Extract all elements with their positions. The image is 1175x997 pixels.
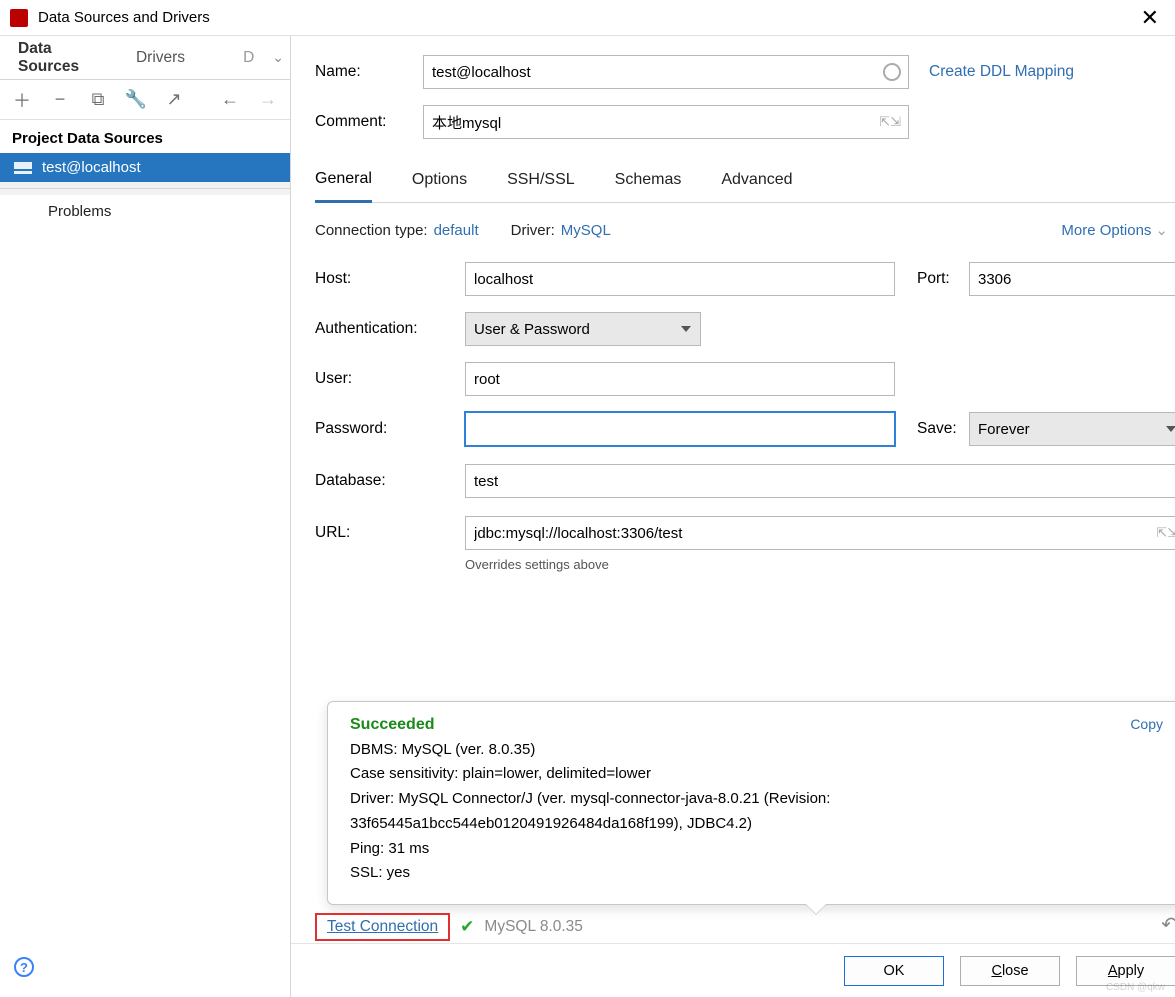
save-label: Save:: [917, 420, 969, 438]
user-label: User:: [315, 370, 465, 388]
tab-advanced[interactable]: Advanced: [721, 161, 792, 201]
apply-button[interactable]: Apply: [1076, 956, 1175, 986]
help-icon[interactable]: ?: [14, 957, 34, 977]
tab-data-sources[interactable]: Data Sources: [0, 30, 118, 86]
connection-result-popup: Succeeded Copy DBMS: MySQL (ver. 8.0.35)…: [327, 701, 1175, 906]
forward-icon[interactable]: →: [258, 89, 278, 110]
auth-label: Authentication:: [315, 320, 465, 338]
url-input[interactable]: [465, 516, 1175, 550]
auth-select[interactable]: User & Password: [465, 312, 701, 346]
database-input[interactable]: [465, 464, 1175, 498]
tab-general[interactable]: General: [315, 160, 372, 203]
remove-icon[interactable]: −: [50, 89, 70, 110]
check-icon: ✔: [460, 917, 474, 937]
window-title: Data Sources and Drivers: [38, 9, 1135, 26]
close-icon[interactable]: ✕: [1135, 5, 1165, 31]
create-ddl-mapping-link[interactable]: Create DDL Mapping: [929, 63, 1074, 81]
result-line: Case sensitivity: plain=lower, delimited…: [350, 762, 1163, 787]
sidebar-item-problems[interactable]: Problems: [0, 195, 290, 228]
watermark: CSDN @qkw: [1106, 982, 1165, 993]
save-select[interactable]: Forever: [969, 412, 1175, 446]
dialog-buttons: OK Close Apply: [291, 943, 1175, 997]
connection-type-value[interactable]: default: [434, 222, 479, 239]
password-label: Password:: [315, 420, 465, 438]
copy-icon[interactable]: ⧉: [88, 89, 108, 110]
data-source-item[interactable]: test@localhost: [0, 153, 290, 182]
chevron-down-icon: ⌄: [1155, 222, 1168, 239]
result-line: Ping: 31 ms: [350, 837, 1163, 862]
back-icon[interactable]: ←: [220, 89, 240, 110]
tab-drivers[interactable]: Drivers: [118, 39, 203, 77]
url-hint: Overrides settings above: [465, 557, 1175, 572]
driver-value[interactable]: MySQL: [561, 222, 611, 239]
color-indicator-icon[interactable]: [883, 63, 901, 81]
result-line: Driver: MySQL Connector/J (ver. mysql-co…: [350, 787, 1163, 837]
database-icon: [14, 162, 32, 174]
driver-label: Driver:: [511, 222, 555, 239]
test-connection-link[interactable]: Test Connection: [327, 918, 438, 935]
host-label: Host:: [315, 270, 465, 288]
revert-icon[interactable]: ↶: [1161, 912, 1175, 937]
result-line: SSL: yes: [350, 861, 1163, 886]
tab-ssh-ssl[interactable]: SSH/SSL: [507, 161, 575, 201]
result-status: Succeeded: [350, 716, 1163, 734]
sidebar-toolbar: ＋ − ⧉ 🔧 ↗ ← →: [0, 80, 290, 120]
user-input[interactable]: [465, 362, 895, 396]
tab-schemas[interactable]: Schemas: [615, 161, 682, 201]
sidebar-section-title: Project Data Sources: [0, 120, 290, 153]
detail-tabs: General Options SSH/SSL Schemas Advanced: [315, 160, 1175, 203]
sidebar-tabs: Data Sources Drivers D ⌄: [0, 36, 290, 80]
more-options-link[interactable]: More Options⌄: [1061, 221, 1168, 239]
data-source-label: test@localhost: [42, 159, 141, 176]
database-label: Database:: [315, 472, 465, 490]
host-input[interactable]: [465, 262, 895, 296]
comment-label: Comment:: [315, 113, 423, 131]
driver-version: MySQL 8.0.35: [484, 918, 583, 936]
comment-input[interactable]: [423, 105, 909, 139]
close-button[interactable]: Close: [960, 956, 1060, 986]
ok-button[interactable]: OK: [844, 956, 944, 986]
result-line: DBMS: MySQL (ver. 8.0.35): [350, 738, 1163, 763]
wrench-icon[interactable]: 🔧: [126, 89, 146, 110]
connection-type-label: Connection type:: [315, 222, 428, 239]
copy-link[interactable]: Copy: [1130, 716, 1163, 732]
test-connection-row: Test Connection ✔ MySQL 8.0.35: [315, 913, 583, 941]
password-input[interactable]: [465, 412, 895, 446]
add-icon[interactable]: ＋: [12, 87, 32, 113]
port-label: Port:: [917, 270, 969, 288]
export-icon[interactable]: ↗: [164, 89, 184, 110]
port-input[interactable]: [969, 262, 1175, 296]
tab-options[interactable]: Options: [412, 161, 467, 201]
chevron-down-icon[interactable]: ⌄: [272, 49, 290, 66]
url-label: URL:: [315, 524, 465, 542]
tab-more[interactable]: D: [203, 39, 272, 77]
name-input[interactable]: [423, 55, 909, 89]
app-icon: [10, 9, 28, 27]
divider: [0, 188, 290, 189]
name-label: Name:: [315, 63, 423, 81]
